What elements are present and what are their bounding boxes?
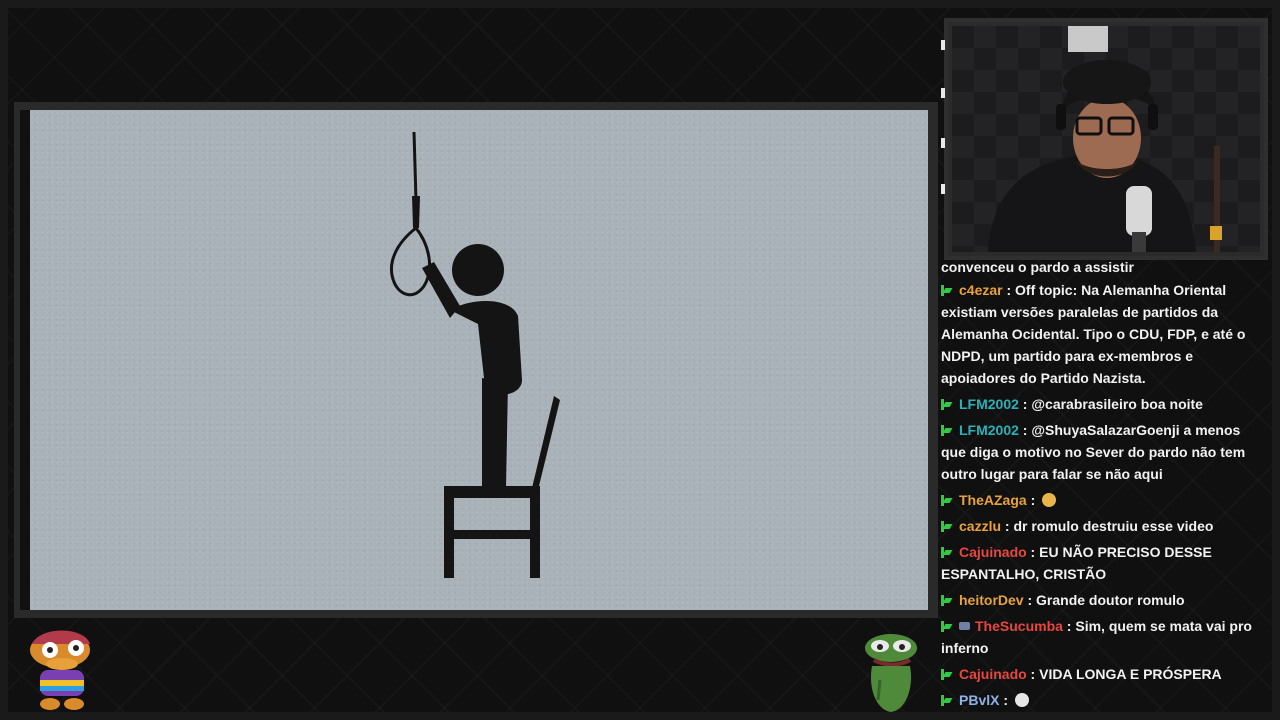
chat-panel: convenceu o pardo a assistir c4ezar : Of… — [936, 256, 1272, 720]
chat-username[interactable]: LFM2002 — [959, 396, 1019, 412]
chat-username[interactable]: heitorDev — [959, 592, 1024, 608]
chat-message: heitorDev : Grande doutor romulo — [941, 589, 1269, 611]
subscriber-badge-icon[interactable] — [941, 695, 952, 706]
nerd-face-emote-icon — [1042, 493, 1057, 507]
subscriber-badge-icon[interactable] — [941, 669, 952, 680]
webcam-feed — [952, 26, 1260, 252]
sub-badge-icon — [959, 622, 970, 630]
subscriber-badge-icon[interactable] — [941, 521, 952, 532]
subscriber-badge-icon[interactable] — [941, 425, 952, 436]
chat-message-text: Grande doutor romulo — [1036, 592, 1185, 608]
chat-username[interactable]: Cajuinado — [959, 666, 1027, 682]
subscriber-badge-icon[interactable] — [941, 285, 952, 296]
chat-message-text: dr romulo destruiu esse video — [1013, 518, 1214, 534]
stream-layout: convenceu o pardo a assistir c4ezar : Of… — [0, 0, 1280, 720]
subscriber-badge-icon[interactable] — [941, 495, 952, 506]
chat-message: LFM2002 : @carabrasileiro boa noite — [941, 393, 1269, 415]
chat-username[interactable]: PBvlX — [959, 692, 999, 708]
pepe-frog-icon — [865, 634, 917, 712]
chat-message-text: VIDA LONGA E PRÓSPERA — [1039, 666, 1222, 682]
chat-username[interactable]: cazzlu — [959, 518, 1001, 534]
skull-emote-icon — [1014, 693, 1029, 707]
subscriber-badge-icon[interactable] — [941, 399, 952, 410]
chat-message-text: @carabrasileiro boa noite — [1031, 396, 1203, 412]
video-player-frame — [14, 102, 938, 618]
chat-message-text: convenceu o pardo a assistir — [941, 259, 1134, 275]
chat-message: cazzlu : dr romulo destruiu esse video — [941, 515, 1269, 537]
subscriber-badge-icon[interactable] — [941, 621, 952, 632]
chat-fragment — [941, 88, 945, 98]
chat-username[interactable]: c4ezar — [959, 282, 1003, 298]
subscriber-badge-icon[interactable] — [941, 547, 952, 558]
video-edge — [20, 110, 30, 610]
chat-message: TheSucumba : Sim, quem se mata vai pro i… — [941, 618, 1252, 656]
subscriber-badge-icon[interactable] — [941, 595, 952, 606]
chat-username[interactable]: Cajuinado — [959, 544, 1027, 560]
chat-message: TheAZaga : — [941, 489, 1269, 511]
chat-message: c4ezar : Off topic: Na Alemanha Oriental… — [941, 282, 1246, 386]
webcam-panel — [944, 18, 1268, 260]
chat-fragment — [941, 138, 945, 148]
chat-username[interactable]: TheAZaga — [959, 492, 1027, 508]
video-player[interactable] — [30, 110, 928, 610]
chat-username[interactable]: LFM2002 — [959, 422, 1019, 438]
chat-message: Cajuinado : EU NÃO PRECISO DESSE ESPANTA… — [941, 544, 1212, 582]
cartoon-mascot-icon — [30, 630, 90, 710]
chat-message: PBvlX : — [941, 689, 1269, 711]
chat-message: Cajuinado : VIDA LONGA E PRÓSPERA — [941, 663, 1269, 685]
video-scene-figure-with-noose — [389, 131, 560, 578]
chat-message: convenceu o pardo a assistir — [941, 256, 1269, 278]
chat-fragment — [941, 40, 945, 50]
chat-fragment — [941, 184, 945, 194]
chat-message: LFM2002 : @ShuyaSalazarGoenji a menos qu… — [941, 422, 1246, 482]
streamer-silhouette — [988, 26, 1222, 252]
chat-username[interactable]: TheSucumba — [975, 618, 1063, 634]
